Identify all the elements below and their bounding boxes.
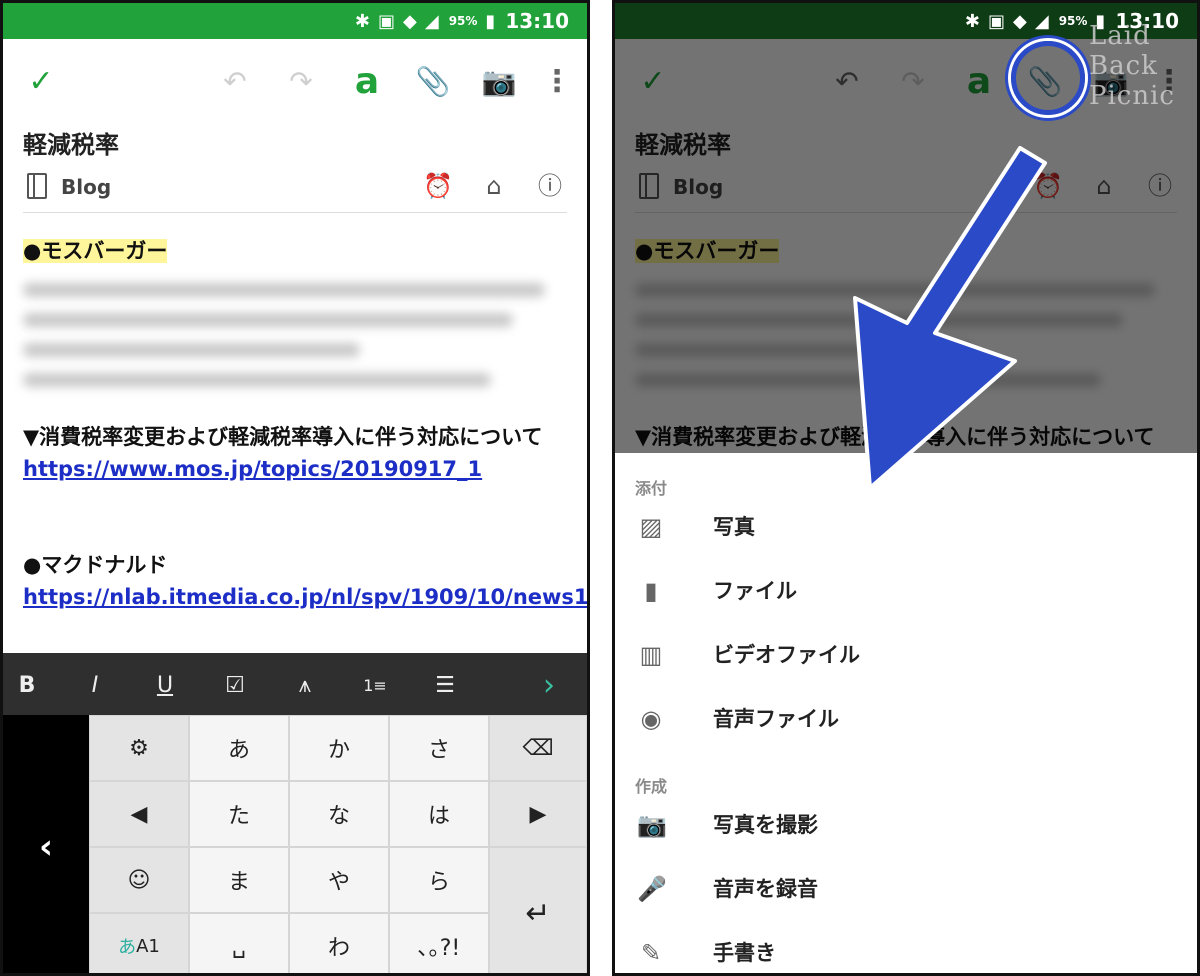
attach-bottom-sheet: 添付 ▨ 写真 ▮ ファイル ▥ ビデオファイル ◉ 音声ファイル 作成 📷 写… xyxy=(615,453,1197,973)
highlighter-icon[interactable]: ⩚ xyxy=(285,665,325,705)
audio-wave-icon: ◉ xyxy=(640,705,662,733)
key-ma[interactable]: ま xyxy=(189,847,289,913)
attach-video-item[interactable]: ▥ ビデオファイル xyxy=(615,627,1197,683)
note-section-heading: ▼消費税率変更および軽減税率導入に伴う対応について xyxy=(23,425,543,449)
redo-icon[interactable]: ↷ xyxy=(281,61,321,101)
battery-icon: ▮ xyxy=(485,10,496,32)
camera-icon[interactable]: 📷 xyxy=(479,61,519,101)
cursor-left-icon[interactable]: ◀ xyxy=(89,781,189,847)
camera-icon: 📷 xyxy=(637,811,667,839)
chevron-left-icon[interactable]: ‹ xyxy=(3,715,89,973)
checkbox-icon[interactable]: ☑ xyxy=(215,665,255,705)
tag-icon[interactable]: ⌂ xyxy=(479,171,509,201)
watermark: Laid Back Picnic xyxy=(1089,21,1175,111)
note-heading-mos: ●モスバーガー xyxy=(23,239,168,263)
input-mode-toggle[interactable]: あ A1 xyxy=(89,913,189,973)
format-text-button[interactable]: a xyxy=(347,61,387,102)
notebook-icon xyxy=(27,173,47,199)
emoji-icon[interactable]: ☺ xyxy=(89,847,189,913)
wifi-icon: ◆ xyxy=(1013,10,1027,32)
wifi-icon: ◆ xyxy=(403,10,417,32)
more-vert-icon[interactable]: ⋮ xyxy=(537,61,577,101)
bold-button[interactable]: B xyxy=(7,665,47,705)
attach-audio-item[interactable]: ◉ 音声ファイル xyxy=(615,691,1197,747)
key-sa[interactable]: さ xyxy=(389,715,489,781)
handwriting-item[interactable]: ✎ 手書き xyxy=(615,925,1197,973)
alarm-icon[interactable]: ⏰ xyxy=(423,171,453,201)
bluetooth-icon: ✱ xyxy=(354,10,370,32)
zip-file-icon: ▮ xyxy=(644,577,658,605)
key-ra[interactable]: ら xyxy=(389,847,489,913)
note-editor-screen: ✱ ▣ ◆ ◢ 95% ▮ 13:10 ✓ ↶ ↷ a 📎 📷 ⋮ 軽減税率 B… xyxy=(0,0,590,976)
signal-icon: ◢ xyxy=(1034,10,1049,32)
record-audio-item[interactable]: 🎤 音声を録音 xyxy=(615,861,1197,917)
attach-file-item[interactable]: ▮ ファイル xyxy=(615,563,1197,619)
vr-headset-icon: ▣ xyxy=(377,10,395,32)
japanese-keyboard: ‹ ⚙ あ か さ ⌫ ◀ た な は ▶ ☺ ま や ら ↵ あ A1 ␣ わ … xyxy=(3,715,587,973)
note-link-mcd[interactable]: https://nlab.itmedia.co.jp/nl/spv/1909/1… xyxy=(23,581,587,613)
section-create-label: 作成 xyxy=(635,777,668,796)
key-ka[interactable]: か xyxy=(289,715,389,781)
key-ta[interactable]: た xyxy=(189,781,289,847)
attach-photo-item[interactable]: ▨ 写真 xyxy=(615,499,1197,555)
formatting-bar: B I U ☑ ⩚ 1≡ ☰ › xyxy=(3,653,587,715)
status-bar: ✱ ▣ ◆ ◢ 95% ▮ 13:10 xyxy=(3,3,587,39)
note-meta-row: Blog ⏰ ⌂ ⓘ xyxy=(23,165,567,213)
take-photo-item[interactable]: 📷 写真を撮影 xyxy=(615,797,1197,853)
editor-toolbar: ✓ ↶ ↷ a 📎 📷 ⋮ xyxy=(3,39,587,123)
info-icon[interactable]: ⓘ xyxy=(535,171,565,201)
blurred-text xyxy=(23,373,491,387)
backspace-icon[interactable]: ⌫ xyxy=(489,715,587,781)
key-wa[interactable]: わ xyxy=(289,913,389,973)
numbered-list-icon[interactable]: 1≡ xyxy=(355,665,395,705)
key-ya[interactable]: や xyxy=(289,847,389,913)
note-heading-mcd: ●マクドナルド xyxy=(23,553,168,577)
chevron-right-icon[interactable]: › xyxy=(529,665,569,705)
note-link-mos[interactable]: https://www.mos.jp/topics/20190917_1 xyxy=(23,453,567,485)
notebook-name[interactable]: Blog xyxy=(61,175,111,199)
note-body[interactable]: ●モスバーガー ▼消費税率変更および軽減税率導入に伴う対応について https:… xyxy=(23,235,587,613)
bullet-list-icon[interactable]: ☰ xyxy=(425,665,465,705)
highlight-ring xyxy=(1011,41,1085,115)
clock: 13:10 xyxy=(505,9,569,33)
note-title[interactable]: 軽減税率 xyxy=(23,125,119,160)
space-icon[interactable]: ␣ xyxy=(189,913,289,973)
key-ha[interactable]: は xyxy=(389,781,489,847)
enter-icon[interactable]: ↵ xyxy=(489,847,587,973)
attach-sheet-screen: ✱ ▣ ◆ ◢ 95% ▮ 13:10 ✓ ↶ ↷ a 📎 📷 ⋮ 軽減税率 B… xyxy=(612,0,1200,976)
key-na[interactable]: な xyxy=(289,781,389,847)
cursor-right-icon[interactable]: ▶ xyxy=(489,781,587,847)
microphone-icon: 🎤 xyxy=(637,875,667,903)
key-punctuation[interactable]: ､｡?! xyxy=(389,913,489,973)
undo-icon[interactable]: ↶ xyxy=(215,61,255,101)
signal-icon: ◢ xyxy=(424,10,439,32)
gear-icon[interactable]: ⚙ xyxy=(89,715,189,781)
pen-icon: ✎ xyxy=(640,939,662,967)
section-attach-label: 添付 xyxy=(635,479,668,498)
blurred-text xyxy=(23,283,546,297)
blurred-text xyxy=(23,343,361,357)
vr-headset-icon: ▣ xyxy=(987,10,1005,32)
check-icon[interactable]: ✓ xyxy=(21,61,61,101)
battery-level: 95% xyxy=(1058,14,1088,28)
bluetooth-icon: ✱ xyxy=(964,10,980,32)
film-icon: ▥ xyxy=(639,641,663,669)
image-icon: ▨ xyxy=(639,513,663,541)
underline-button[interactable]: U xyxy=(145,665,185,705)
key-a[interactable]: あ xyxy=(189,715,289,781)
paperclip-icon[interactable]: 📎 xyxy=(413,61,453,101)
battery-level: 95% xyxy=(448,14,478,28)
blurred-text xyxy=(23,313,513,327)
italic-button[interactable]: I xyxy=(75,665,115,705)
